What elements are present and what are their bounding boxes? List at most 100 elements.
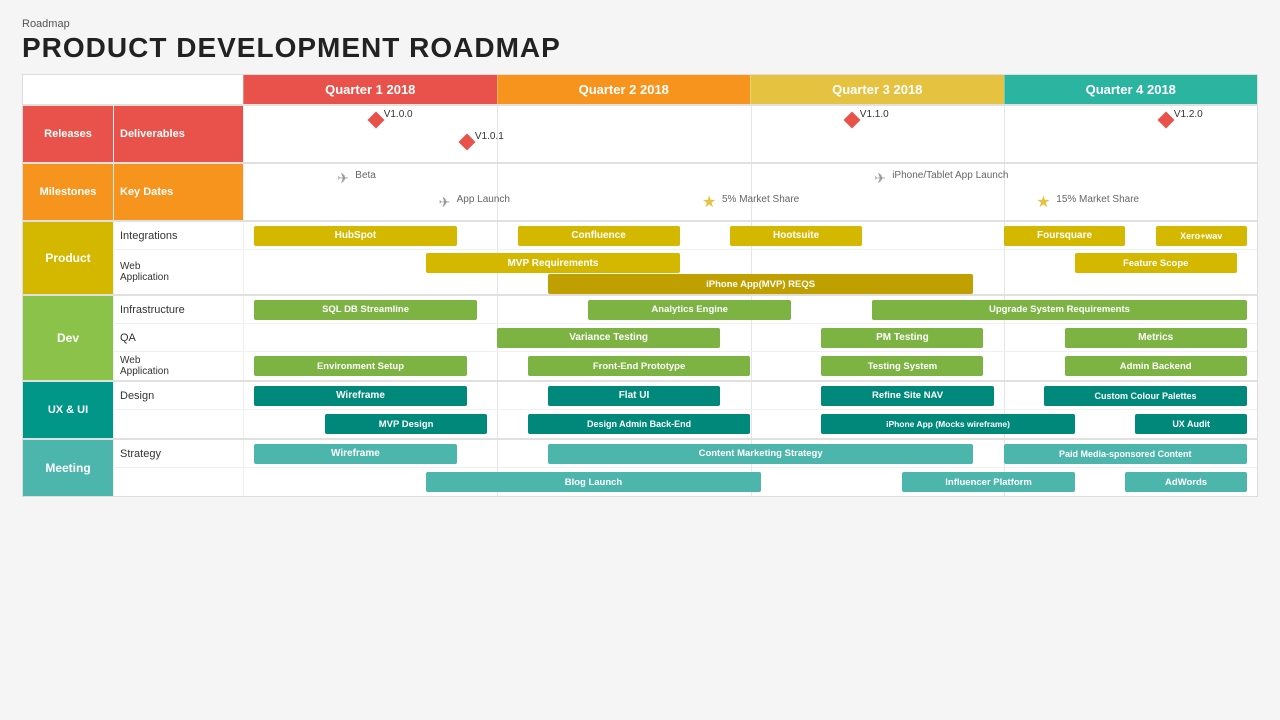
- product-webapp-timeline: MVP Requirements iPhone App(MVP) REQS Fe…: [243, 250, 1257, 294]
- label-15pct: 15% Market Share: [1056, 194, 1139, 205]
- milestones-row: Milestones Key Dates ✈ Beta ✈ App Launch…: [23, 164, 1257, 220]
- meeting-strategy-timeline2: Blog Launch Influencer Platform AdWords: [243, 468, 1257, 496]
- bar-testing-sys: Testing System: [821, 356, 983, 376]
- uxui-rows: UX & UI Design Wireframe Flat UI Refine …: [23, 382, 1257, 438]
- dev-qa-timeline: Variance Testing PM Testing Metrics: [243, 324, 1257, 351]
- bar-upgrade: Upgrade System Requirements: [872, 300, 1247, 320]
- dev-sub-rows: Infrastructure SQL DB Streamline Analyti…: [113, 296, 1257, 380]
- product-label: Product: [23, 222, 113, 294]
- uxui-design-timeline2: MVP Design Design Admin Back-End iPhone …: [243, 410, 1257, 438]
- bar-hubspot: HubSpot: [254, 226, 457, 246]
- bar-admin-backend: Admin Backend: [1065, 356, 1247, 376]
- header-spacer: [23, 75, 243, 104]
- bar-iphone-mocks: iPhone App (Mocks wireframe): [821, 414, 1074, 434]
- quarter-3-header: Quarter 3 2018: [750, 75, 1004, 104]
- meeting-strategy-row1: Strategy Wireframe Content Marketing Str…: [113, 440, 1257, 468]
- product-integrations-timeline: HubSpot Confluence Hootsuite Foursquare …: [243, 222, 1257, 249]
- roadmap-container: Quarter 1 2018 Quarter 2 2018 Quarter 3 …: [22, 74, 1258, 497]
- dev-infra-label: Infrastructure: [113, 296, 243, 323]
- meeting-rows: Meeting Strategy Wireframe Content Marke…: [23, 440, 1257, 496]
- bar-analytics: Analytics Engine: [588, 300, 791, 320]
- star-5pct: ★: [702, 192, 716, 212]
- product-integrations-label: Integrations: [113, 222, 243, 249]
- bar-foursquare: Foursquare: [1004, 226, 1126, 246]
- product-integrations-row: Integrations HubSpot Confluence Hootsuit…: [113, 222, 1257, 250]
- bar-blog-launch: Blog Launch: [426, 472, 760, 492]
- uxui-design-row2: MVP Design Design Admin Back-End iPhone …: [113, 410, 1257, 438]
- bar-mvp-design: MVP Design: [325, 414, 487, 434]
- bar-custom-palette: Custom Colour Palettes: [1044, 386, 1247, 406]
- milestones-sub-label: Key Dates: [113, 164, 243, 220]
- bar-pm-test: PM Testing: [821, 328, 983, 348]
- product-sub-rows: Integrations HubSpot Confluence Hootsuit…: [113, 222, 1257, 294]
- bar-influencer: Influencer Platform: [902, 472, 1074, 492]
- uxui-sub-rows: Design Wireframe Flat UI Refine Site NAV…: [113, 382, 1257, 438]
- releases-sub-label: Deliverables: [113, 106, 243, 162]
- bar-adwords: AdWords: [1125, 472, 1247, 492]
- plane-beta: ✈: [337, 170, 349, 187]
- bar-flatui: Flat UI: [548, 386, 720, 406]
- dev-webapp-row: WebApplication Environment Setup Front-E…: [113, 352, 1257, 380]
- quarter-1-header: Quarter 1 2018: [243, 75, 497, 104]
- diamond-v120: [1157, 112, 1174, 129]
- dev-webapp-label: WebApplication: [113, 352, 243, 380]
- dev-label: Dev: [23, 296, 113, 380]
- label-5pct: 5% Market Share: [722, 194, 799, 205]
- quarter-4-header: Quarter 4 2018: [1004, 75, 1258, 104]
- bar-iphone-mvp: iPhone App(MVP) REQS: [548, 274, 973, 294]
- star-15pct: ★: [1036, 192, 1050, 212]
- dev-infra-timeline: SQL DB Streamline Analytics Engine Upgra…: [243, 296, 1257, 323]
- bar-design-admin: Design Admin Back-End: [528, 414, 751, 434]
- bar-paid-media: Paid Media-sponsored Content: [1004, 444, 1247, 464]
- releases-row: Releases Deliverables V1.0.0 V1.0.1 V1.1…: [23, 106, 1257, 162]
- diamond-v100: [367, 112, 384, 129]
- bar-mvp-req: MVP Requirements: [426, 253, 679, 273]
- page-label: Roadmap: [22, 18, 1258, 30]
- releases-timeline: V1.0.0 V1.0.1 V1.1.0 V1.2.0: [243, 106, 1257, 162]
- bar-refine-nav: Refine Site NAV: [821, 386, 993, 406]
- label-applaunch: App Launch: [457, 194, 510, 205]
- bar-wireframe-meeting: Wireframe: [254, 444, 457, 464]
- meeting-sub-rows: Strategy Wireframe Content Marketing Str…: [113, 440, 1257, 496]
- diamond-v101: [458, 134, 475, 151]
- product-webapp-row: WebApplication MVP Requirements iPhone A…: [113, 250, 1257, 294]
- bar-sql: SQL DB Streamline: [254, 300, 477, 320]
- dev-rows: Dev Infrastructure SQL DB Streamline Ana…: [23, 296, 1257, 380]
- uxui-design-label2: [113, 410, 243, 438]
- bar-metrics: Metrics: [1065, 328, 1247, 348]
- releases-section: Releases Deliverables V1.0.0 V1.0.1 V1.1…: [23, 104, 1257, 162]
- product-section: Product Integrations HubSpot Confluence …: [23, 220, 1257, 294]
- dev-webapp-timeline: Environment Setup Front-End Prototype Te…: [243, 352, 1257, 380]
- diamond-v110: [843, 112, 860, 129]
- product-rows: Product Integrations HubSpot Confluence …: [23, 222, 1257, 294]
- dev-infra-row: Infrastructure SQL DB Streamline Analyti…: [113, 296, 1257, 324]
- bar-ux-audit: UX Audit: [1135, 414, 1246, 434]
- dev-section: Dev Infrastructure SQL DB Streamline Ana…: [23, 294, 1257, 380]
- uxui-design-row1: Design Wireframe Flat UI Refine Site NAV…: [113, 382, 1257, 410]
- label-v110: V1.1.0: [860, 109, 889, 120]
- header-row: Quarter 1 2018 Quarter 2 2018 Quarter 3 …: [23, 75, 1257, 104]
- bar-content-marketing: Content Marketing Strategy: [548, 444, 973, 464]
- meeting-strategy-label2: [113, 468, 243, 496]
- dev-qa-row: QA Variance Testing PM Testing Metrics: [113, 324, 1257, 352]
- uxui-section: UX & UI Design Wireframe Flat UI Refine …: [23, 380, 1257, 438]
- milestones-label: Milestones: [23, 164, 113, 220]
- meeting-section: Meeting Strategy Wireframe Content Marke…: [23, 438, 1257, 496]
- dev-qa-label: QA: [113, 324, 243, 351]
- uxui-label: UX & UI: [23, 382, 113, 438]
- uxui-design-label: Design: [113, 382, 243, 409]
- meeting-strategy-row2: Blog Launch Influencer Platform AdWords: [113, 468, 1257, 496]
- quarter-2-header: Quarter 2 2018: [497, 75, 751, 104]
- meeting-label: Meeting: [23, 440, 113, 496]
- label-v101: V1.0.1: [475, 131, 504, 142]
- product-webapp-label: WebApplication: [113, 250, 243, 294]
- releases-label: Releases: [23, 106, 113, 162]
- bar-env-setup: Environment Setup: [254, 356, 467, 376]
- bar-hootsuite: Hootsuite: [730, 226, 862, 246]
- bar-frontend: Front-End Prototype: [528, 356, 751, 376]
- plane-iphone: ✈: [874, 170, 886, 187]
- bar-xerowav: Xero+wav: [1156, 226, 1247, 246]
- plane-applaunch: ✈: [439, 194, 451, 211]
- bar-feature-scope: Feature Scope: [1075, 253, 1237, 273]
- label-beta: Beta: [355, 170, 376, 181]
